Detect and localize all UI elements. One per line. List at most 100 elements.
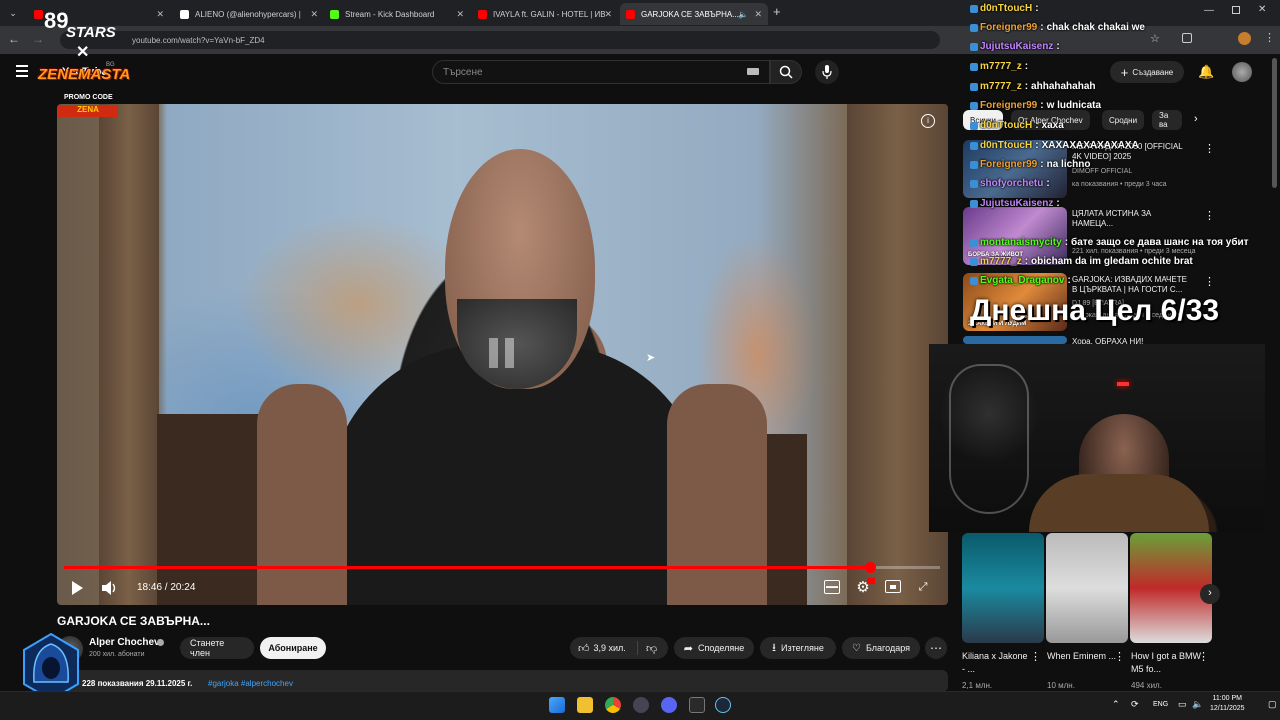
- close-window-icon[interactable]: ✕: [1258, 4, 1266, 15]
- chat-username: Foreigner99: [980, 159, 1038, 170]
- speaker-tray-icon[interactable]: 🔈: [1192, 699, 1203, 710]
- keyboard-icon[interactable]: [747, 68, 759, 75]
- chat-separator: :: [1064, 237, 1069, 248]
- dislike-button[interactable]: 👎︎: [638, 642, 657, 655]
- chat-username: Foreigner99: [980, 100, 1038, 111]
- system-clock[interactable]: 11:00 PM 12/11/2025: [1210, 694, 1245, 714]
- hamburger-menu-icon[interactable]: [16, 65, 28, 77]
- language-indicator[interactable]: ENG: [1153, 701, 1168, 708]
- close-tab-icon[interactable]: ✕: [456, 9, 464, 20]
- miniplayer-button[interactable]: [885, 580, 901, 593]
- chat-badge-icon: [970, 179, 978, 188]
- short-more-icon[interactable]: ⋮: [1114, 650, 1125, 663]
- tab-title: GARJOKA СЕ ЗАВЪРНА...: [641, 9, 739, 19]
- star-icon[interactable]: ☆: [1150, 32, 1160, 45]
- profile-icon[interactable]: [1238, 32, 1251, 45]
- download-button[interactable]: ⭳ Изтегляне: [760, 637, 836, 659]
- chat-message: m7777_z: ahhahahahah: [970, 81, 1096, 92]
- related-title[interactable]: GARJOKA: ИЗВАДИХ МАЧЕТЕ В ЦЪРКВАТА | НА …: [1072, 275, 1192, 295]
- notification-icon[interactable]: ▢: [1268, 699, 1277, 710]
- account-avatar[interactable]: [1232, 62, 1252, 82]
- progress-scrubber-handle[interactable]: [864, 562, 876, 573]
- network-icon[interactable]: ▭: [1178, 699, 1187, 710]
- chat-badge-icon: [970, 276, 978, 285]
- short-title[interactable]: Kiliana x Jakone - ...: [962, 650, 1032, 676]
- voice-search-button[interactable]: [815, 60, 839, 84]
- related-title[interactable]: ЦЯЛАТА ИСТИНА ЗА НАМЕЦА...: [1072, 209, 1192, 229]
- minimize-icon[interactable]: —: [1204, 5, 1214, 16]
- short-thumbnail[interactable]: [1130, 533, 1212, 643]
- page-scrollbar[interactable]: [1272, 58, 1277, 188]
- chip-for-you[interactable]: За ва: [1152, 110, 1182, 130]
- close-tab-icon[interactable]: ✕: [156, 9, 164, 20]
- chat-message: Foreigner99: w ludnicata: [970, 100, 1101, 111]
- shorts-next-button[interactable]: ›: [1200, 584, 1220, 604]
- close-tab-icon[interactable]: ✕: [604, 9, 612, 20]
- steam-icon[interactable]: [715, 697, 731, 713]
- like-button[interactable]: 👍︎ 3,9 хил.: [570, 641, 638, 655]
- new-tab-button[interactable]: +: [773, 4, 781, 19]
- browser-tab-5-active[interactable]: GARJOKA СЕ ЗАВЪРНА... 🔈 ✕: [620, 3, 768, 25]
- play-button[interactable]: [68, 579, 86, 597]
- subtitles-button[interactable]: ▬▬: [824, 580, 840, 594]
- chat-text: бате защо се дава шанс на тоя убит: [1071, 237, 1249, 248]
- related-thumbnail[interactable]: [963, 336, 1067, 344]
- close-tab-icon[interactable]: ✕: [310, 9, 318, 20]
- channel-name[interactable]: Alper Chochev: [89, 637, 160, 648]
- extensions-icon[interactable]: [1182, 33, 1192, 43]
- tab-search-icon[interactable]: ⌄: [6, 6, 20, 20]
- forward-icon[interactable]: →: [32, 32, 44, 46]
- file-explorer-icon[interactable]: [577, 697, 593, 713]
- tray-app-icon[interactable]: ⟳: [1131, 699, 1139, 710]
- short-title[interactable]: How I got a BMW M5 fo...: [1131, 650, 1203, 676]
- video-player[interactable]: i: [57, 104, 948, 605]
- close-tab-icon[interactable]: ✕: [754, 9, 762, 20]
- short-more-icon[interactable]: ⋮: [1198, 650, 1209, 663]
- thanks-button[interactable]: ♡ Благодаря: [842, 637, 920, 659]
- back-icon[interactable]: ←: [8, 32, 20, 46]
- related-more-icon[interactable]: ⋮: [1204, 142, 1215, 155]
- search-input[interactable]: Търсене: [432, 60, 770, 84]
- short-more-icon[interactable]: ⋮: [1030, 650, 1041, 663]
- join-button[interactable]: Станете член: [180, 637, 254, 659]
- share-button[interactable]: ➦ Споделяне: [674, 637, 754, 659]
- stars-logo: STARS: [66, 24, 116, 41]
- subscribe-button[interactable]: Абониране: [260, 637, 326, 659]
- download-icon: ⭳: [772, 641, 777, 654]
- url-field[interactable]: youtube.com/watch?v=YaVn-bF_ZD4: [60, 31, 940, 49]
- chips-next-icon[interactable]: ›: [1194, 113, 1198, 125]
- discord-icon[interactable]: [661, 697, 677, 713]
- short-thumbnail[interactable]: [962, 533, 1044, 643]
- short-title[interactable]: When Eminem ...: [1047, 650, 1117, 663]
- more-actions-button[interactable]: ⋯: [925, 637, 947, 659]
- browser-tab-3[interactable]: Stream - Kick Dashboard ✕: [324, 3, 470, 25]
- create-button[interactable]: + Създаване: [1110, 61, 1184, 83]
- chip-related[interactable]: Сродни: [1102, 110, 1145, 130]
- terminal-icon[interactable]: [689, 697, 705, 713]
- windows-start-icon[interactable]: [549, 697, 565, 713]
- browser-tab-4[interactable]: IVAYLA ft. GALIN - HOTEL | ИВА ✕: [472, 3, 618, 25]
- related-more-icon[interactable]: ⋮: [1204, 209, 1215, 222]
- menu-dots-icon[interactable]: ⋮: [1264, 31, 1275, 44]
- chrome-icon[interactable]: [605, 697, 621, 713]
- browser-tab-2[interactable]: ALIENO (@alienohypercars) | TikTok ✕: [174, 3, 324, 25]
- zenemasta-logo: ZENEMASTA PROMO CODE ZENA: [38, 60, 142, 120]
- notifications-bell-icon[interactable]: 🔔: [1198, 64, 1214, 80]
- tray-chevron-icon[interactable]: ⌃: [1112, 699, 1120, 710]
- tab-title: ALIENO (@alienohypercars) | TikTok: [195, 9, 303, 19]
- volume-button[interactable]: [100, 579, 120, 597]
- thumbs-up-icon: 👍︎: [578, 642, 590, 655]
- maximize-icon[interactable]: [1232, 6, 1240, 14]
- video-progress-bar[interactable]: [64, 562, 940, 573]
- chat-username: m7777_z: [980, 256, 1022, 267]
- fullscreen-button[interactable]: ⤢: [916, 580, 930, 594]
- related-more-icon[interactable]: ⋮: [1204, 275, 1215, 288]
- speaker-icon[interactable]: 🔈: [738, 10, 748, 19]
- info-icon[interactable]: i: [921, 114, 935, 128]
- short-thumbnail[interactable]: [1046, 533, 1128, 643]
- search-button[interactable]: [770, 60, 802, 84]
- video-hashtags[interactable]: #garjoka #alperchochev: [208, 679, 293, 688]
- chat-text: ХАХАХАХАХАХАХА: [1041, 140, 1139, 151]
- steam-settings-icon[interactable]: [633, 697, 649, 713]
- subscriber-count: 200 хил. абонати: [89, 651, 145, 658]
